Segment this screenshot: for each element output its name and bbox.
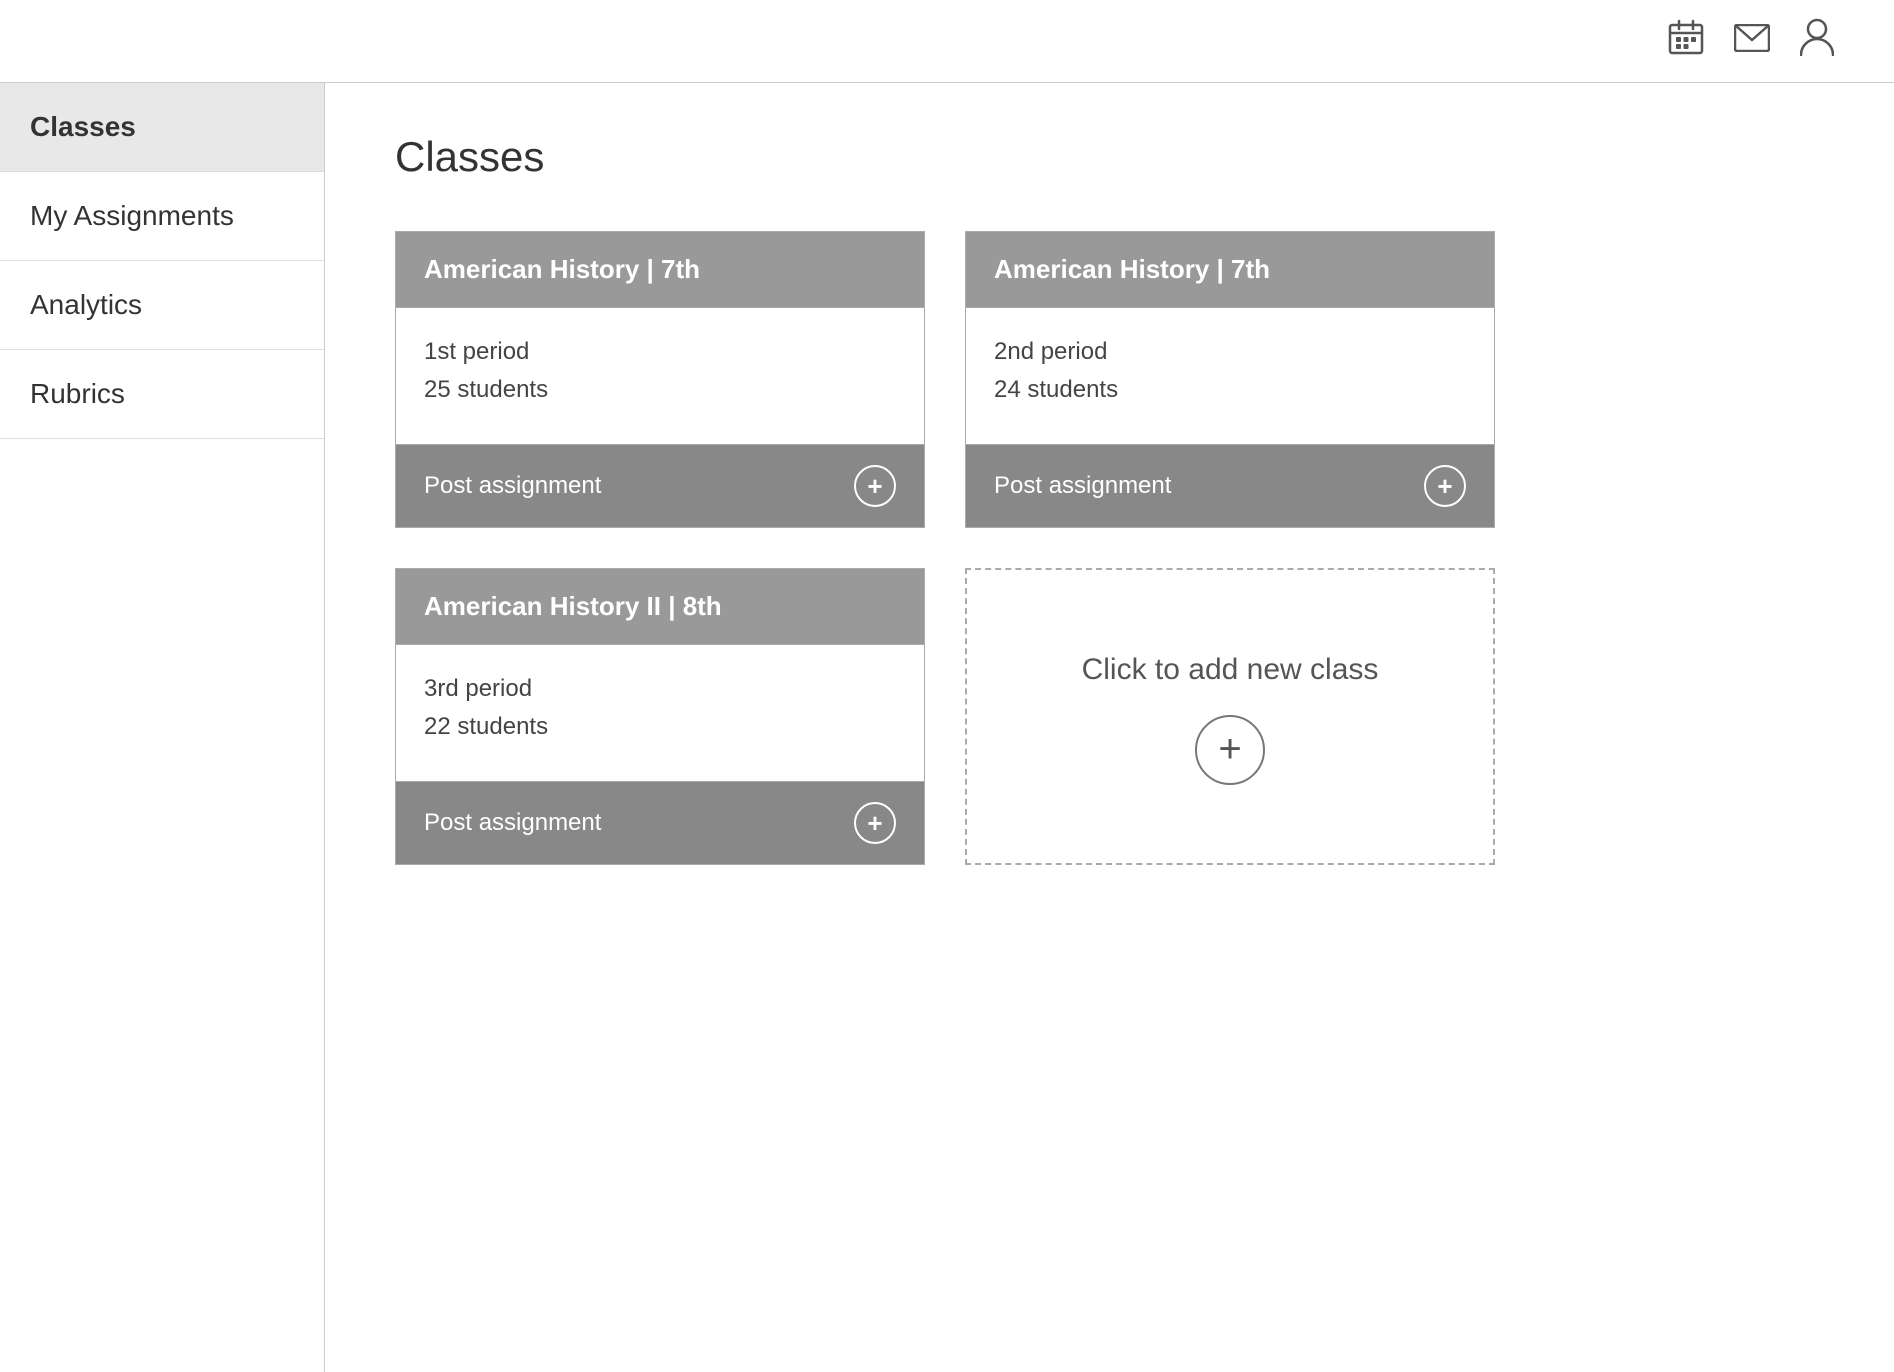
calendar-icon[interactable] [1668,19,1704,63]
add-class-button[interactable]: + [1195,715,1265,785]
class-card-3-period: 3rd period [424,675,896,703]
class-card-3-post-icon: + [854,802,896,844]
class-card-1: American History | 7th 1st period 25 stu… [395,231,925,528]
class-card-3-students: 22 students [424,713,896,741]
content-area: Classes American History | 7th 1st perio… [325,83,1894,1372]
sidebar-item-analytics[interactable]: Analytics [0,261,324,350]
class-card-3-post-assignment[interactable]: Post assignment + [396,782,924,864]
class-card-3: American History II | 8th 3rd period 22 … [395,568,925,865]
class-card-2: American History | 7th 2nd period 24 stu… [965,231,1495,528]
sidebar-item-my-assignments[interactable]: My Assignments [0,172,324,261]
class-card-1-body: 1st period 25 students [396,307,924,445]
class-card-1-header: American History | 7th [396,232,924,307]
classes-grid: American History | 7th 1st period 25 stu… [395,231,1495,865]
class-card-2-post-assignment[interactable]: Post assignment + [966,445,1494,527]
class-card-2-students: 24 students [994,376,1466,404]
class-card-3-body: 3rd period 22 students [396,644,924,782]
sidebar-item-rubrics[interactable]: Rubrics [0,350,324,439]
add-class-plus-icon: + [1218,727,1241,772]
class-card-2-period: 2nd period [994,338,1466,366]
class-card-1-students: 25 students [424,376,896,404]
class-card-3-header: American History II | 8th [396,569,924,644]
sidebar: Classes My Assignments Analytics Rubrics [0,83,325,1372]
class-card-1-period: 1st period [424,338,896,366]
header-icons [1668,18,1834,64]
class-card-1-post-icon: + [854,465,896,507]
class-card-1-post-label: Post assignment [424,472,601,500]
class-card-2-post-icon: + [1424,465,1466,507]
add-class-card[interactable]: Click to add new class + [965,568,1495,865]
class-card-2-title: American History | 7th [994,254,1270,284]
sidebar-item-classes[interactable]: Classes [0,83,324,172]
class-card-3-post-label: Post assignment [424,809,601,837]
class-card-3-title: American History II | 8th [424,591,722,621]
page-title: Classes [395,133,1824,181]
mail-icon[interactable] [1734,23,1770,60]
class-card-2-header: American History | 7th [966,232,1494,307]
class-card-2-post-label: Post assignment [994,472,1171,500]
main-layout: Classes My Assignments Analytics Rubrics… [0,83,1894,1372]
user-icon[interactable] [1800,18,1834,64]
add-class-text: Click to add new class [1082,649,1379,691]
class-card-1-title: American History | 7th [424,254,700,284]
header [0,0,1894,83]
class-card-1-post-assignment[interactable]: Post assignment + [396,445,924,527]
class-card-2-body: 2nd period 24 students [966,307,1494,445]
